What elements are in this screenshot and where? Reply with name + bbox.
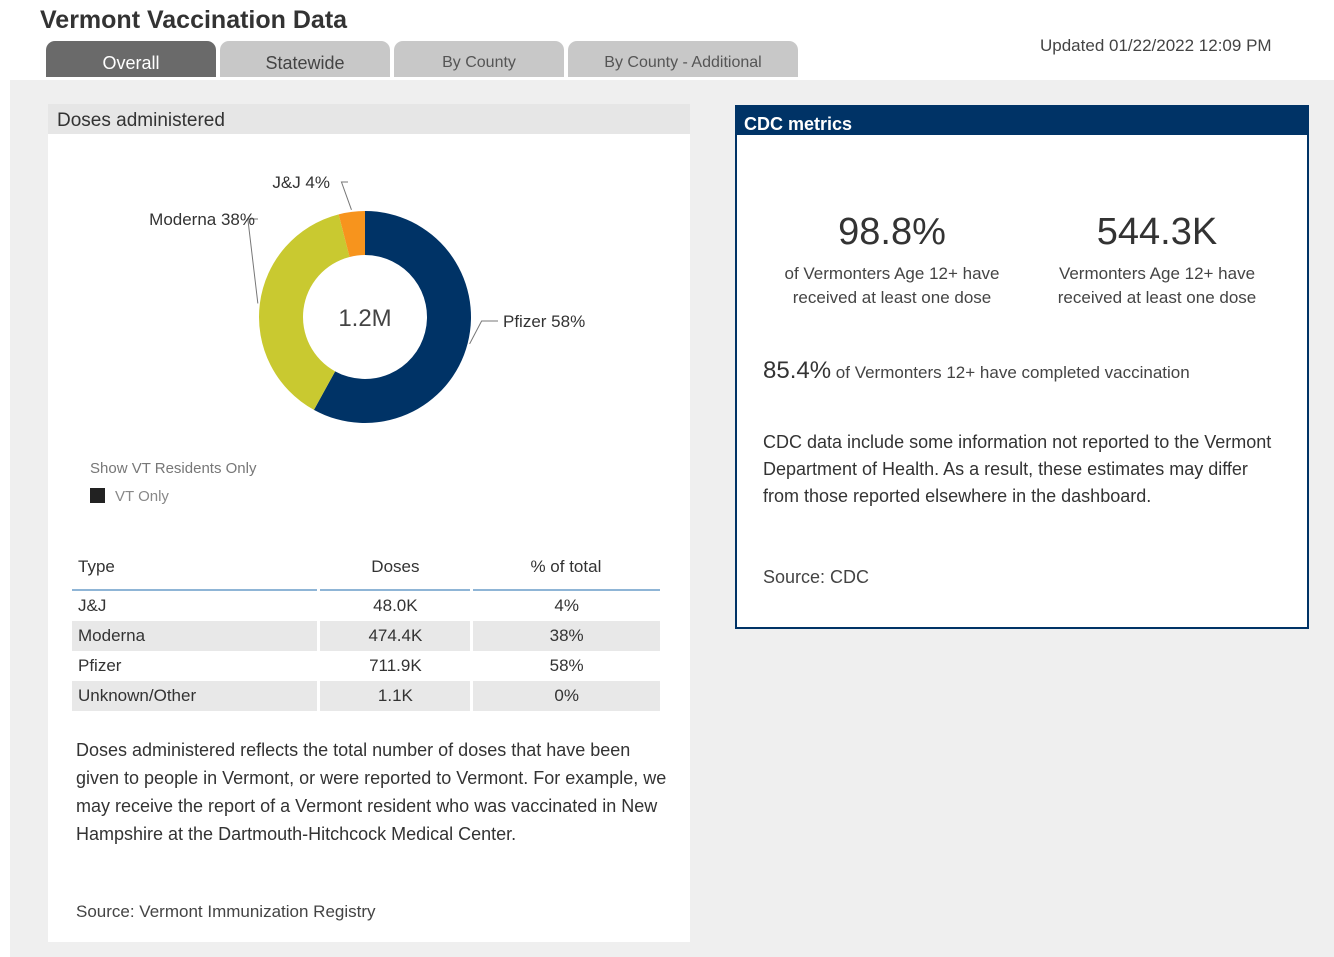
tab-by-county-additional[interactable]: By County - Additional: [568, 41, 798, 77]
kpi-label-line: received at least one dose: [1057, 288, 1257, 307]
kpi-label: of Vermonters Age 12+ have received at l…: [757, 262, 1027, 310]
cell-doses: 711.9K: [317, 651, 472, 681]
donut-leader-line: [469, 320, 498, 345]
page-title: Vermont Vaccination Data: [40, 6, 348, 34]
kpi-label: Vermonters Age 12+ have received at leas…: [1027, 262, 1287, 310]
doses-source: Source: Vermont Immunization Registry: [76, 902, 376, 921]
cdc-description: CDC data include some information not re…: [763, 432, 1272, 506]
table-row: J&J 48.0K 4%: [72, 590, 660, 621]
kpi-label-line: of Vermonters Age 12+ have: [784, 264, 1000, 283]
vt-only-label: VT Only: [115, 488, 169, 505]
slicer-title: Show VT Residents Only: [90, 460, 257, 477]
cdc-panel-title: CDC metrics: [737, 107, 1307, 135]
donut-data-label: Pfizer 58%: [503, 312, 585, 331]
donut-center-label: 1.2M: [338, 305, 391, 332]
table-row: Moderna 474.4K 38%: [72, 621, 660, 651]
cell-pct: 0%: [470, 681, 660, 711]
doses-table: Type Doses % of total J&J 48.0K 4% Moder…: [72, 544, 660, 711]
tab-statewide[interactable]: Statewide: [220, 41, 390, 77]
kpi-label-line: Vermonters Age 12+ have: [1058, 264, 1256, 283]
kpi-label-line: received at least one dose: [792, 288, 992, 307]
cell-pct: 58%: [470, 651, 660, 681]
cell-type: Pfizer: [78, 656, 122, 675]
cell-doses: 1.1K: [317, 681, 472, 711]
donut-svg: J&J 4% Moderna 38% Pfizer 58% 1.2M: [149, 173, 585, 424]
completed-text: of Vermonters 12+ have completed vaccina…: [835, 363, 1190, 382]
doses-panel: Doses administered J&J 4% Moderna 38% Pfiz…: [48, 104, 690, 942]
cell-type: J&J: [78, 596, 107, 615]
donut-data-label: J&J 4%: [272, 173, 330, 192]
donut-leader-line: [247, 218, 259, 304]
donut-leader-line: [340, 181, 352, 211]
cell-doses: 48.0K: [317, 590, 472, 621]
cdc-source: Source: CDC: [763, 567, 870, 587]
col-pct-total[interactable]: % of total: [471, 544, 660, 591]
col-type[interactable]: Type: [72, 544, 319, 591]
cell-type: Unknown/Other: [72, 681, 319, 711]
cdc-metrics-panel: CDC metrics 98.8% of Vermonters Age 12+ …: [735, 105, 1309, 629]
doses-donut-chart: J&J 4% Moderna 38% Pfizer 58% 1.2M: [48, 134, 690, 464]
doses-panel-title: Doses administered: [48, 104, 690, 134]
kpi-value: 544.3K: [1096, 211, 1218, 253]
tab-overall[interactable]: Overall: [46, 41, 216, 77]
kpi-one-dose-pct: 98.8% of Vermonters Age 12+ have receive…: [757, 211, 1027, 310]
cell-doses: 474.4K: [317, 621, 472, 651]
checkbox-square-icon: [90, 488, 105, 503]
vt-only-checkbox[interactable]: VT Only: [90, 488, 169, 505]
completed-vaccination: 85.4% of Vermonters 12+ have completed v…: [763, 357, 1190, 385]
cell-pct: 38%: [470, 621, 660, 651]
kpi-one-dose-count: 544.3K Vermonters Age 12+ have received …: [1027, 211, 1287, 310]
table-row: Pfizer 711.9K 58%: [72, 651, 660, 681]
doses-description: Doses administered reflects the total nu…: [76, 740, 667, 844]
table-row: Unknown/Other 1.1K 0%: [72, 681, 660, 711]
col-doses[interactable]: Doses: [318, 544, 472, 591]
updated-timestamp: Updated 01/22/2022 12:09 PM: [1040, 36, 1272, 55]
kpi-value: 98.8%: [838, 211, 946, 253]
tab-by-county[interactable]: By County: [394, 41, 564, 77]
completed-value: 85.4%: [763, 357, 832, 384]
cell-type: Moderna: [72, 621, 319, 651]
donut-data-label: Moderna 38%: [149, 210, 255, 229]
cell-pct: 4%: [470, 590, 660, 621]
